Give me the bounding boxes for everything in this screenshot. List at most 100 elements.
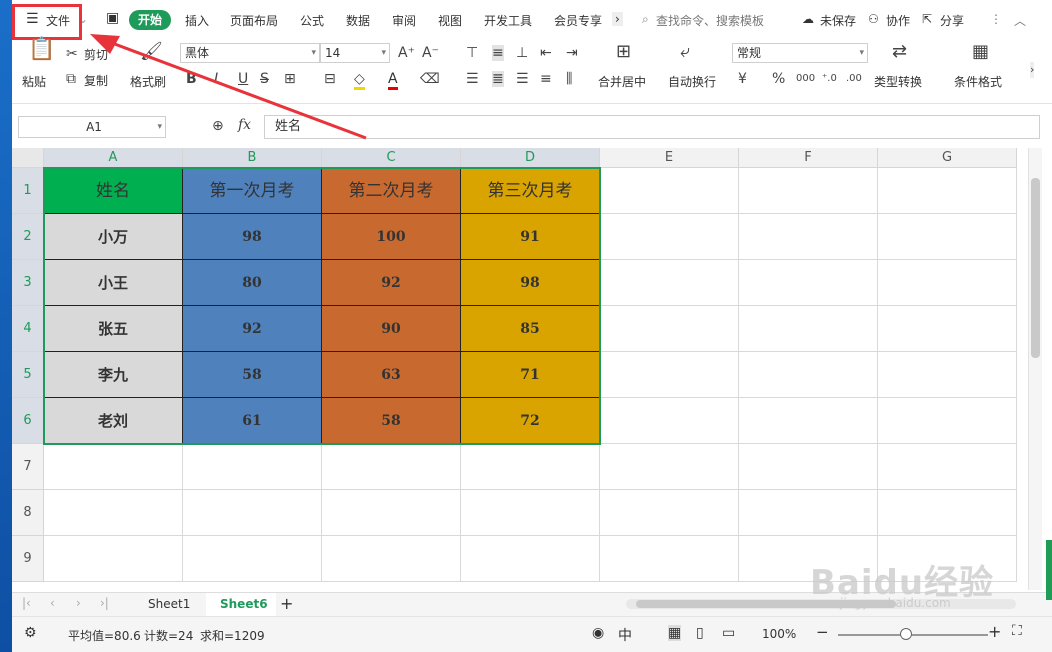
row-header-6[interactable]: 6 [12,398,44,444]
search-box[interactable]: 查找命令、搜索模板 [656,12,764,29]
cell-g3[interactable] [878,260,1017,306]
cell-e8[interactable] [600,490,739,536]
percent-button[interactable]: % [772,71,785,87]
vertical-scroll-thumb[interactable] [1031,178,1040,358]
page-break-view-icon[interactable]: ▭ [722,625,735,641]
sheet-tab-sheet1[interactable]: Sheet1 [148,597,190,611]
formula-input[interactable]: 姓名 [264,115,1040,139]
cell-g2[interactable] [878,214,1017,260]
copy-button[interactable]: 复制 [84,72,108,89]
cell-f6[interactable] [739,398,878,444]
cell-b7[interactable] [183,444,322,490]
wrap-text-icon[interactable]: ⤶ [680,43,690,61]
column-header-c[interactable]: C [322,148,461,168]
cell-e5[interactable] [600,352,739,398]
last-sheet-icon[interactable]: ›| [100,596,109,610]
fill-color-icon[interactable]: ◇ [354,71,365,90]
cell-e3[interactable] [600,260,739,306]
column-header-d[interactable]: D [461,148,600,168]
cell-d9[interactable] [461,536,600,582]
align-left-icon[interactable]: ☰ [466,71,479,87]
merge-icon[interactable]: ⊟ [324,71,336,87]
format-painter-button[interactable]: 格式刷 [130,73,166,90]
cell-a9[interactable] [44,536,183,582]
paste-icon[interactable]: 📋 [28,39,55,61]
increase-font-icon[interactable]: A⁺ [398,45,415,61]
font-size-select[interactable]: 14 ▾ [320,43,390,63]
decrease-font-icon[interactable]: A⁻ [422,45,439,61]
cell-d7[interactable] [461,444,600,490]
macro-icon[interactable]: ⚙ [24,625,37,641]
align-bottom-icon[interactable]: ⊥ [516,45,528,61]
cell-a7[interactable] [44,444,183,490]
row-header-4[interactable]: 4 [12,306,44,352]
eraser-icon[interactable]: ⌫ [420,71,440,87]
row-header-1[interactable]: 1 [12,168,44,214]
cell-b8[interactable] [183,490,322,536]
cell-g4[interactable] [878,306,1017,352]
cell-f7[interactable] [739,444,878,490]
cell-e1[interactable] [600,168,739,214]
tab-review[interactable]: 审阅 [392,12,416,29]
column-header-a[interactable]: A [44,148,183,168]
copy-icon[interactable]: ⧉ [66,71,76,87]
cell-f5[interactable] [739,352,878,398]
cell-f2[interactable] [739,214,878,260]
fx-button[interactable]: fx [238,117,251,133]
cell-d8[interactable] [461,490,600,536]
strikethrough-icon[interactable]: S̶ [260,71,269,87]
tab-member[interactable]: 会员专享 [554,12,602,29]
row-header-7[interactable]: 7 [12,444,44,490]
merge-center-button[interactable]: 合并居中 [598,73,646,90]
indent-decrease-icon[interactable]: ⇤ [540,45,552,61]
indent-increase-icon[interactable]: ⇥ [566,45,578,61]
type-convert-icon[interactable]: ⇄ [892,43,907,61]
tab-developer[interactable]: 开发工具 [484,12,532,29]
zoom-formula-icon[interactable]: ⊕ [212,118,224,134]
tab-start[interactable]: 开始 [129,10,171,30]
select-all-corner[interactable] [12,148,44,168]
cell-a8[interactable] [44,490,183,536]
cell-e6[interactable] [600,398,739,444]
align-center-icon[interactable]: ≣ [492,71,504,87]
cut-button[interactable]: 剪切 [84,46,108,63]
column-header-g[interactable]: G [878,148,1017,168]
bold-button[interactable]: B [186,71,197,87]
thousands-icon[interactable]: 000 [796,71,815,87]
share-button[interactable]: 分享 [940,12,964,29]
align-right-icon[interactable]: ☰ [516,71,529,87]
cell-f1[interactable] [739,168,878,214]
zoom-slider-thumb[interactable] [900,628,912,640]
name-box[interactable]: A1 ▾ [18,116,166,138]
tab-view[interactable]: 视图 [438,12,462,29]
number-format-select[interactable]: 常规 ▾ [732,43,868,63]
align-middle-icon[interactable]: ≡ [492,45,504,61]
zoom-slider[interactable] [838,634,988,636]
currency-button[interactable]: ¥ [738,71,747,87]
cell-c7[interactable] [322,444,461,490]
cond-format-icon[interactable]: ▦ [972,43,989,61]
more-icon[interactable]: ⋮ [990,12,1002,26]
zoom-out-icon[interactable]: − [816,623,829,641]
cell-e7[interactable] [600,444,739,490]
row-header-9[interactable]: 9 [12,536,44,582]
cell-c8[interactable] [322,490,461,536]
tab-formula[interactable]: 公式 [300,12,324,29]
eye-icon[interactable]: ◉ [592,625,604,641]
cell-f3[interactable] [739,260,878,306]
search-icon[interactable]: ⌕ [642,12,649,27]
row-header-2[interactable]: 2 [12,214,44,260]
distribute-icon[interactable]: ⫼ [566,71,572,87]
tab-insert[interactable]: 插入 [185,12,209,29]
cond-format-button[interactable]: 条件格式 [954,73,1002,90]
chevron-right-icon[interactable]: › [612,12,623,26]
row-header-8[interactable]: 8 [12,490,44,536]
cell-e9[interactable] [600,536,739,582]
cell-g5[interactable] [878,352,1017,398]
increase-decimal-icon[interactable]: ⁺.0 [822,71,837,87]
next-sheet-icon[interactable]: › [76,596,81,610]
tab-data[interactable]: 数据 [346,12,370,29]
prev-sheet-icon[interactable]: ‹ [50,596,55,610]
zoom-in-icon[interactable]: + [988,622,1001,641]
paste-button[interactable]: 粘贴 [22,73,46,90]
